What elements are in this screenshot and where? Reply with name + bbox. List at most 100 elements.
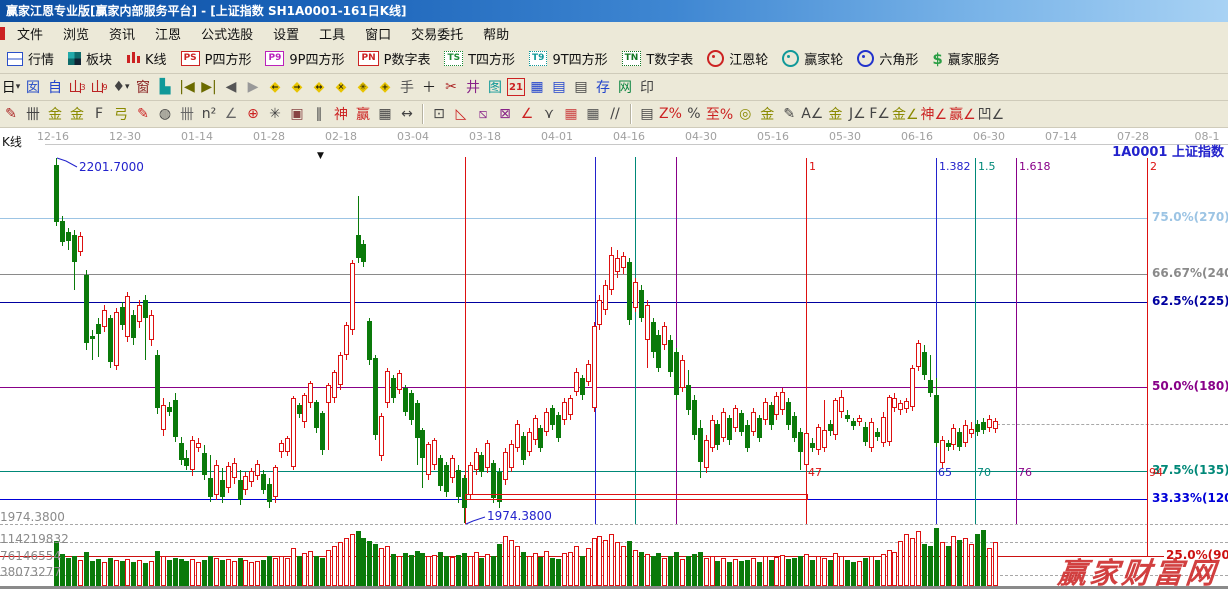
tool-circle-grid-icon[interactable]: ◍ bbox=[155, 104, 175, 124]
tool-a-angle-icon[interactable]: A∠ bbox=[801, 104, 823, 124]
tool-ying-grid-icon[interactable]: 赢 bbox=[353, 104, 373, 124]
tool-n-square-icon[interactable]: n² bbox=[199, 104, 219, 124]
menu-item-formula-picker[interactable]: 公式选股 bbox=[191, 24, 263, 43]
tool-gold-square-2-icon[interactable]: 金 bbox=[67, 104, 87, 124]
tool-gold-lines-icon[interactable]: 金 bbox=[757, 104, 777, 124]
tool-info-panel-icon[interactable]: 自 bbox=[45, 77, 65, 97]
tool-pencil-icon[interactable]: ✎ bbox=[1, 104, 21, 124]
tool-fan-box-icon[interactable]: ⧅ bbox=[473, 104, 493, 124]
menu-item-news[interactable]: 资讯 bbox=[99, 24, 145, 43]
tool-gold-circle-icon[interactable]: ◎ bbox=[735, 104, 755, 124]
tool-ruler-123-icon[interactable]: ▦ bbox=[375, 104, 395, 124]
toolbar-button-9p-square[interactable]: P99P四方形 bbox=[258, 47, 351, 71]
toolbar-button-9t-square[interactable]: T99T四方形 bbox=[522, 47, 615, 71]
tool-notepad-icon[interactable]: ▤ bbox=[549, 77, 569, 97]
tool-box-grid-icon[interactable]: ▣ bbox=[287, 104, 307, 124]
tool-save-icon[interactable]: 存 bbox=[593, 77, 613, 97]
toolbar-button-gann-wheel[interactable]: 江恩轮 bbox=[700, 47, 775, 71]
tool-check-lines-icon[interactable]: ⋎ bbox=[539, 104, 559, 124]
menu-item-settings[interactable]: 设置 bbox=[263, 24, 309, 43]
tool-notepad-2-icon[interactable]: ▤ bbox=[571, 77, 591, 97]
tool-crosshair-icon[interactable]: ＋ bbox=[419, 77, 439, 97]
tool-bar-grid-icon[interactable]: 卌 bbox=[177, 104, 197, 124]
tool-zoom-in-icon[interactable]: ◆✳ bbox=[353, 77, 373, 97]
tool-shen-angle-icon[interactable]: 神∠ bbox=[921, 104, 948, 124]
menu-item-tools[interactable]: 工具 bbox=[309, 24, 355, 43]
menu-item-window[interactable]: 窗口 bbox=[355, 24, 401, 43]
tool-calendar-21-icon[interactable]: 21 bbox=[507, 78, 525, 96]
tool-volume-style-icon[interactable]: ▙ bbox=[155, 77, 175, 97]
toolbar-button-winner-service[interactable]: $赢家服务 bbox=[925, 47, 1006, 71]
9p-square-label: 9P四方形 bbox=[289, 49, 344, 68]
toolbar-button-quotes[interactable]: 行情 bbox=[0, 47, 61, 71]
toolbar-button-t-table[interactable]: TNT数字表 bbox=[615, 47, 701, 71]
tool-pencil-ruler-icon[interactable]: ✎ bbox=[133, 104, 153, 124]
tool-span-arrows-icon[interactable]: ↔ bbox=[397, 104, 417, 124]
tool-grid-dark-icon[interactable]: ▦ bbox=[583, 104, 603, 124]
toolbar-button-winner-wheel[interactable]: 赢家轮 bbox=[775, 47, 850, 71]
tool-zoom-left-icon[interactable]: ◆← bbox=[265, 77, 285, 97]
tool-grid-red-icon[interactable]: ▦ bbox=[561, 104, 581, 124]
menu-item-file[interactable]: 文件 bbox=[7, 24, 53, 43]
tool-hatch-icon[interactable]: // bbox=[605, 104, 625, 124]
tool-nav-first-icon[interactable]: |◀ bbox=[177, 77, 197, 97]
tool-ying-angle-icon[interactable]: 赢∠ bbox=[949, 104, 976, 124]
tool-nav-next-icon[interactable]: ▶ bbox=[243, 77, 263, 97]
tool-drag-hand-icon[interactable]: 手 bbox=[397, 77, 417, 97]
tool-period-day-icon[interactable]: 日 ▾ bbox=[1, 77, 21, 97]
tool-gold-under-icon[interactable]: 金 bbox=[825, 104, 845, 124]
tool-gann-knot-icon[interactable]: 井 bbox=[463, 77, 483, 97]
menu-item-gann[interactable]: 江恩 bbox=[145, 24, 191, 43]
tool-web-search-icon[interactable]: 网 bbox=[615, 77, 635, 97]
tool-gold-square-1-icon[interactable]: 金 bbox=[45, 104, 65, 124]
toolbar-button-sectors[interactable]: 板块 bbox=[61, 47, 119, 71]
tool-candle-style-icon[interactable]: ♦ ▾ bbox=[111, 77, 131, 97]
toolbar-button-t-square[interactable]: TST四方形 bbox=[437, 47, 522, 71]
tool-j-angle-icon[interactable]: J∠ bbox=[847, 104, 867, 124]
tool-measure-scissors-icon[interactable]: ✂ bbox=[441, 77, 461, 97]
tool-line-grid-icon[interactable]: 卌 bbox=[23, 104, 43, 124]
tool-pattern-overlay-icon[interactable]: 囡 bbox=[23, 77, 43, 97]
tool-f-angle-icon[interactable]: F∠ bbox=[869, 104, 890, 124]
tool-bars-9-icon[interactable]: 山9 bbox=[89, 77, 109, 97]
tool-gold-angle-icon[interactable]: 金∠ bbox=[892, 104, 919, 124]
menu-item-help[interactable]: 帮助 bbox=[473, 24, 519, 43]
tool-zoom-fit-icon[interactable]: ◆+ bbox=[375, 77, 395, 97]
tool-frame-tool-icon[interactable]: ⊡ bbox=[429, 104, 449, 124]
tool-shen-grid-icon[interactable]: 神 bbox=[331, 104, 351, 124]
tool-fib-grid-icon[interactable]: F bbox=[89, 104, 109, 124]
tool-kline-theme-icon[interactable]: 窗 bbox=[133, 77, 153, 97]
tool-calculator-icon[interactable]: ▦ bbox=[527, 77, 547, 97]
tool-nav-prev-icon[interactable]: ◀ bbox=[221, 77, 241, 97]
tool-angle-tool-icon[interactable]: ∠ bbox=[221, 104, 241, 124]
tool-angle-lines-icon[interactable]: ∠ bbox=[517, 104, 537, 124]
tool-price-list-icon[interactable]: ▤ bbox=[637, 104, 657, 124]
tool-ao-angle-icon[interactable]: 凹∠ bbox=[978, 104, 1005, 124]
tool-zoom-out-icon[interactable]: ◆✕ bbox=[331, 77, 351, 97]
tool-wave-map-icon[interactable]: 图 bbox=[485, 77, 505, 97]
tool-pen2-icon[interactable]: ✎ bbox=[779, 104, 799, 124]
date-tick: 07-14 bbox=[1045, 130, 1077, 143]
menu-item-trade[interactable]: 交易委托 bbox=[401, 24, 473, 43]
toolbar-button-kline[interactable]: K线 bbox=[119, 47, 174, 71]
tool-percent-to-icon[interactable]: 至% bbox=[706, 104, 733, 124]
toolbar-button-p-table[interactable]: PNP数字表 bbox=[351, 47, 437, 71]
tool-circle-cross-icon[interactable]: ⊕ bbox=[243, 104, 263, 124]
tool-print-icon[interactable]: 印 bbox=[637, 77, 657, 97]
tool-zoom-both-icon[interactable]: ◆↔ bbox=[309, 77, 329, 97]
gann-vertical-bottom-label: 76 bbox=[1018, 466, 1032, 479]
tool-box-fan-icon[interactable]: ⊠ bbox=[495, 104, 515, 124]
tool-percent-z-icon[interactable]: Z% bbox=[659, 104, 682, 124]
menu-item-browse[interactable]: 浏览 bbox=[53, 24, 99, 43]
tool-bars-3-icon[interactable]: 山3 bbox=[67, 77, 87, 97]
tool-percent-icon[interactable]: % bbox=[684, 104, 704, 124]
tool-star-grid-icon[interactable]: ✳ bbox=[265, 104, 285, 124]
toolbar-button-hexagon[interactable]: 六角形 bbox=[850, 47, 925, 71]
tool-zoom-right-icon[interactable]: ◆→ bbox=[287, 77, 307, 97]
tool-nav-last-icon[interactable]: ▶| bbox=[199, 77, 219, 97]
toolbar-button-p-square[interactable]: PSP四方形 bbox=[174, 47, 259, 71]
tool-tick-lines-icon[interactable]: ∥ bbox=[309, 104, 329, 124]
title-bar[interactable]: 赢家江恩专业版[赢家内部服务平台] - [上证指数 SH1A0001-161日K… bbox=[0, 0, 1228, 22]
tool-spiral-icon[interactable]: 弓 bbox=[111, 104, 131, 124]
tool-fan-lines-icon[interactable]: ◺ bbox=[451, 104, 471, 124]
